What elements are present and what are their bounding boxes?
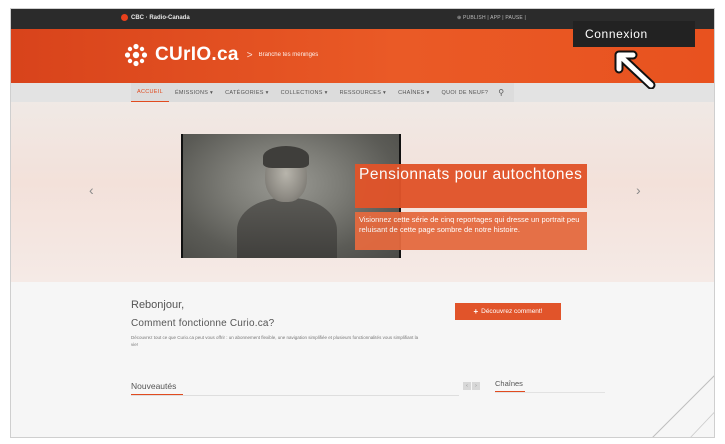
top-links[interactable]: ⊕ PUBLISH | APP | PAUSE | — [457, 15, 526, 21]
chaines-next-button[interactable]: › — [472, 382, 480, 390]
nav-item-ressources[interactable]: RESSOURCES ▾ — [334, 83, 392, 102]
connexion-button[interactable]: Connexion — [573, 21, 695, 47]
nav-item-categories[interactable]: CATÉGORIES ▾ — [219, 83, 275, 102]
hero-description: Visionnez cette série de cinq reportages… — [355, 212, 587, 250]
pointer-arrow-icon — [614, 50, 656, 89]
discover-how-label: Découvrez comment! — [481, 308, 543, 315]
cbc-logo-text: CBC · Radio-Canada — [131, 14, 190, 21]
section-title-chaines: Chaînes — [495, 379, 523, 388]
curio-gem-icon — [124, 43, 148, 67]
page-curl-decoration — [652, 375, 714, 437]
chaines-controls: ‹ › — [463, 382, 480, 390]
nav-item-collections[interactable]: COLLECTIONS ▾ — [275, 83, 334, 102]
chaines-prev-button[interactable]: ‹ — [463, 382, 471, 390]
how-it-works-description: Découvrez tout ce que Curio.ca peut vous… — [131, 335, 419, 347]
nav-list: ACCUEIL ÉMISSIONS ▾ CATÉGORIES ▾ COLLECT… — [131, 83, 515, 102]
hero-title[interactable]: Pensionnats pour autochtones — [355, 164, 587, 208]
nav-item-quoi-de-neuf[interactable]: QUOI DE NEUF? — [436, 83, 495, 102]
brand-tagline: Branche tes méninges — [258, 52, 319, 58]
divider — [131, 395, 459, 396]
search-icon[interactable]: ⚲ — [494, 88, 508, 97]
cbc-gem-icon — [121, 14, 128, 21]
hero-carousel: ‹ Pensionnats pour autochtones Visionnez… — [11, 102, 714, 282]
nav-item-chaines[interactable]: CHAÎNES ▾ — [392, 83, 435, 102]
carousel-prev-button[interactable]: ‹ — [89, 182, 94, 198]
brand-separator: > — [246, 49, 253, 61]
browser-viewport: CBC · Radio-Canada ⊕ PUBLISH | APP | PAU… — [10, 8, 715, 438]
carousel-next-button[interactable]: › — [636, 182, 641, 198]
divider — [495, 392, 605, 393]
nav-item-accueil[interactable]: ACCUEIL — [131, 83, 169, 102]
photo-figure-body — [237, 198, 337, 258]
greeting-text: Rebonjour, — [131, 299, 185, 311]
plus-icon: + — [473, 307, 479, 316]
brand-logo[interactable]: CUrIO.ca > Branche tes méninges — [123, 42, 318, 68]
discover-how-button[interactable]: + Découvrez comment! — [455, 303, 561, 320]
brand-name: CUrIO.ca — [155, 44, 239, 65]
section-title-nouveautes: Nouveautés — [131, 381, 177, 391]
how-it-works-heading: Comment fonctionne Curio.ca? — [131, 318, 275, 329]
nav-item-emissions[interactable]: ÉMISSIONS ▾ — [169, 83, 219, 102]
cbc-logo[interactable]: CBC · Radio-Canada — [121, 14, 190, 21]
photo-figure-hair — [263, 146, 309, 168]
